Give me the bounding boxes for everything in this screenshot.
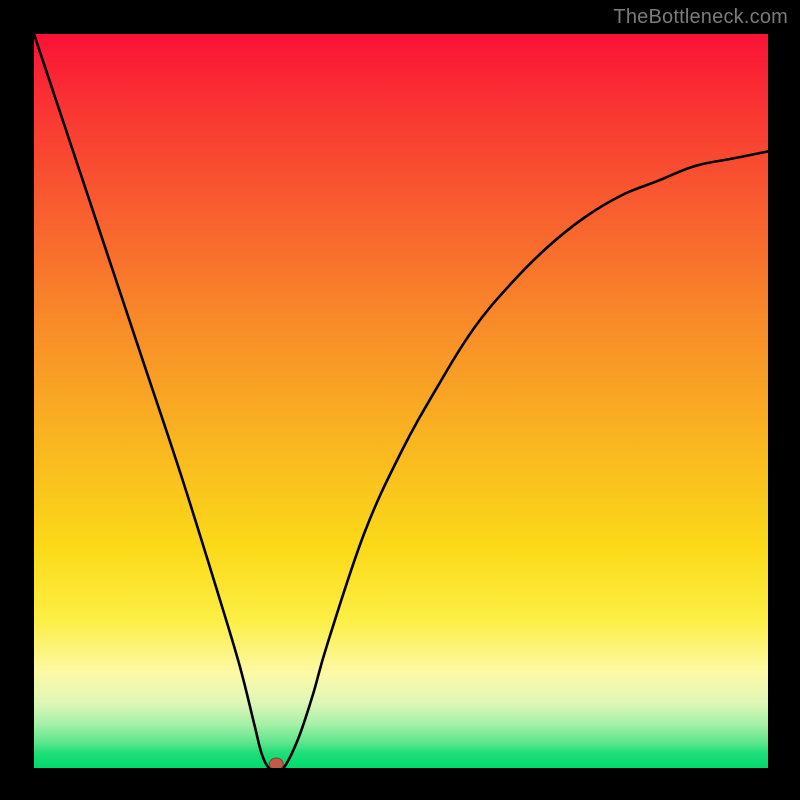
watermark-text: TheBottleneck.com — [613, 6, 788, 29]
curve-line — [34, 34, 768, 768]
optimal-point-marker — [269, 758, 283, 768]
plot-area — [34, 34, 768, 768]
bottleneck-curve — [34, 34, 768, 768]
chart-stage: TheBottleneck.com — [0, 0, 800, 800]
